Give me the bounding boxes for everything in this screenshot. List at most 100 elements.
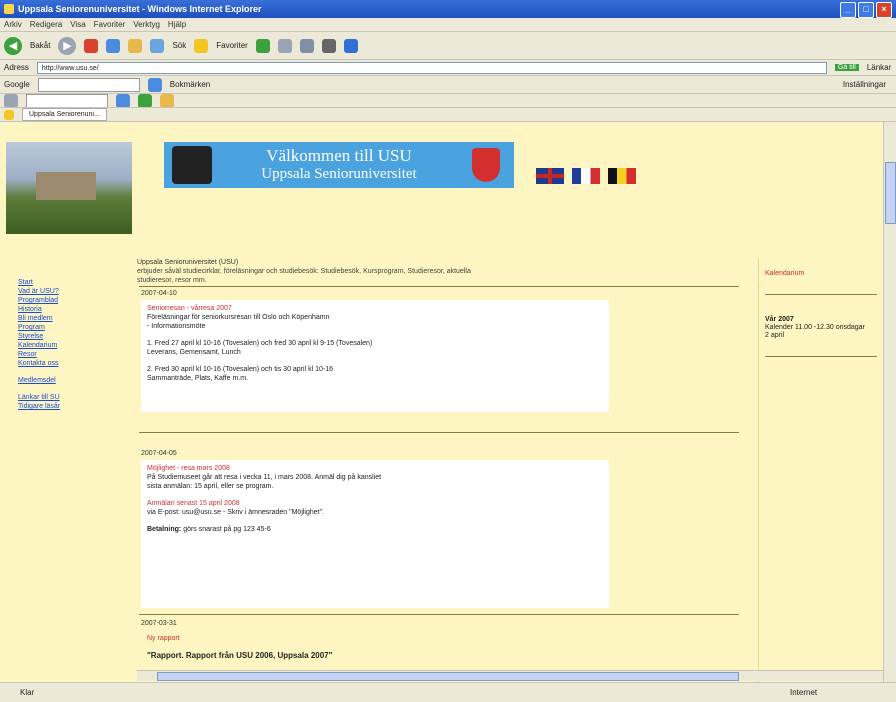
welcome-banner: Välkommen till USU Uppsala Seniorunivers…	[164, 142, 514, 188]
google-search-icon[interactable]	[147, 77, 162, 92]
mail-icon[interactable]	[299, 38, 314, 53]
stop-icon[interactable]	[84, 38, 99, 53]
toolbar-search-input[interactable]	[26, 94, 108, 107]
post-line: via E-post: usu@usu.se - Skriv i ämnesra…	[147, 509, 325, 516]
search-label[interactable]: Sök	[172, 41, 186, 50]
search-icon[interactable]	[150, 38, 165, 53]
history-icon[interactable]	[277, 38, 292, 53]
google-bookmarks-label[interactable]: Bokmärken	[170, 80, 210, 89]
minimize-icon[interactable]: _	[840, 2, 856, 18]
favorites-icon[interactable]	[194, 38, 209, 53]
status-bar: Klar Internet	[0, 682, 896, 702]
nav-item[interactable]: Bli medlem	[18, 314, 128, 323]
post-heading: Ny rapport	[147, 635, 180, 642]
english-flag-icon[interactable]	[536, 168, 564, 184]
menu-favorites[interactable]: Favoriter	[94, 20, 126, 29]
divider	[139, 286, 739, 287]
post-card: Möjlighet - resa mars 2008 På Studiemuse…	[141, 460, 609, 608]
post-line: 1. Fred 27 april kl 10-16 (Tovesalen) oc…	[147, 340, 373, 347]
castle-building	[36, 172, 96, 200]
toolbar-icon[interactable]	[138, 94, 152, 107]
calendar-heading[interactable]: Kalendarium	[765, 270, 804, 277]
nav-item[interactable]: Program	[18, 323, 128, 332]
window-controls: _ □ ×	[840, 2, 892, 18]
menu-edit[interactable]: Redigera	[30, 20, 62, 29]
address-input[interactable]: http://www.usu.se/	[36, 61, 827, 74]
divider	[139, 432, 739, 433]
nav-item[interactable]: Medlemsdel	[18, 376, 128, 385]
intro-line1: Uppsala Senioruniversitet (USU)	[137, 259, 239, 266]
post-card: Seniorresan - vårresa 2007 Föreläsningar…	[141, 300, 609, 412]
favorites-label[interactable]: Favoriter	[216, 41, 248, 50]
scroll-thumb[interactable]	[885, 162, 896, 224]
calendar-box: Vår 2007 Kalender 11.00 -12.30 onsdagar …	[765, 316, 865, 340]
home-icon[interactable]	[128, 38, 143, 53]
post-title: "Rapport. Rapport från USU 2006, Uppsala…	[147, 651, 333, 660]
banner-line1: Välkommen till USU	[266, 146, 412, 165]
nav-item[interactable]: Tidigare läsår	[18, 402, 128, 411]
tab-current[interactable]: Uppsala Seniorenuni...	[22, 108, 107, 121]
back-label[interactable]: Bakåt	[30, 41, 50, 50]
scroll-thumb[interactable]	[157, 672, 739, 681]
menu-view[interactable]: Visa	[70, 20, 85, 29]
google-settings-label[interactable]: Inställningar	[843, 80, 896, 89]
payment-label: Betalning:	[147, 526, 182, 533]
post-line: Sammanträde, Plats, Kaffe m.m.	[147, 375, 249, 382]
favorites-star-icon[interactable]	[4, 109, 14, 120]
ie-icon	[4, 4, 14, 14]
nav-item[interactable]: Historia	[18, 305, 128, 314]
belgian-flag-icon[interactable]	[608, 168, 636, 184]
address-label: Adress	[4, 63, 29, 72]
google-toolbar: Google Bokmärken Inställningar	[0, 76, 896, 94]
toolbar-icon[interactable]	[116, 94, 130, 107]
nav-item[interactable]: Styrelse	[18, 332, 128, 341]
main-content: Uppsala Senioruniversitet (USU) erbjuder…	[137, 258, 753, 682]
address-bar: Adress http://www.usu.se/ Gå till Länkar	[0, 60, 896, 76]
window-title: Uppsala Seniorenuniversitet - Windows In…	[18, 4, 262, 14]
media-icon[interactable]	[255, 38, 270, 53]
nav-item[interactable]: Kontakta oss	[18, 359, 128, 368]
go-button[interactable]: Gå till	[834, 64, 859, 71]
nav-item[interactable]: Programblad	[18, 296, 128, 305]
print-icon[interactable]	[321, 38, 336, 53]
menu-tools[interactable]: Verktyg	[133, 20, 160, 29]
nav-item[interactable]: Vad är USU?	[18, 287, 128, 296]
nav-item[interactable]: Start	[18, 278, 128, 287]
nav-item[interactable]: Kalendarium	[18, 341, 128, 350]
post-line: - Informationsmöte	[147, 323, 206, 330]
status-text: Klar	[20, 688, 35, 697]
vertical-scrollbar[interactable]	[883, 122, 896, 682]
msn-icon[interactable]	[343, 38, 358, 53]
google-search-input[interactable]	[37, 77, 140, 92]
post-line: 2. Fred 30 april kl 10-16 (Tovesalen) oc…	[147, 366, 333, 373]
horizontal-scrollbar[interactable]	[137, 670, 884, 681]
nav-item[interactable]: Resor	[18, 350, 128, 359]
toolbar-icon[interactable]	[4, 94, 18, 107]
menu-file[interactable]: Arkiv	[4, 20, 22, 29]
castle-photo	[6, 142, 132, 234]
nav-item[interactable]: Länkar till SU	[18, 393, 128, 402]
menu-bar: Arkiv Redigera Visa Favoriter Verktyg Hj…	[0, 18, 896, 32]
tab-bar: Uppsala Seniorenuni...	[0, 108, 896, 122]
divider	[765, 294, 877, 295]
links-label[interactable]: Länkar	[867, 63, 891, 72]
refresh-icon[interactable]	[106, 38, 121, 53]
french-flag-icon[interactable]	[572, 168, 600, 184]
toolbar-icon[interactable]	[160, 94, 174, 107]
banner-line2: Uppsala Senioruniversitet	[261, 166, 417, 182]
divider	[139, 614, 739, 615]
post-date: 2007-03-31	[141, 620, 177, 627]
menu-help[interactable]: Hjälp	[168, 20, 186, 29]
post-heading: Seniorresan - vårresa 2007	[147, 305, 232, 312]
maximize-icon[interactable]: □	[858, 2, 874, 18]
forward-icon[interactable]: ▶	[58, 36, 77, 55]
back-icon[interactable]: ◀	[4, 36, 22, 55]
navigation-toolbar: ◀ Bakåt ▶ Sök Favoriter	[0, 32, 896, 60]
divider	[765, 356, 877, 357]
close-icon[interactable]: ×	[876, 2, 892, 18]
post-line: görs snarast på pg 123 45-6	[183, 526, 271, 533]
calendar-title: Vår 2007	[765, 316, 794, 323]
post-line: sista anmälan: 15 april, eller se progra…	[147, 483, 274, 490]
post-line: På Studiemuseet går att resa i vecka 11,…	[147, 474, 382, 481]
extra-toolbar	[0, 94, 896, 108]
